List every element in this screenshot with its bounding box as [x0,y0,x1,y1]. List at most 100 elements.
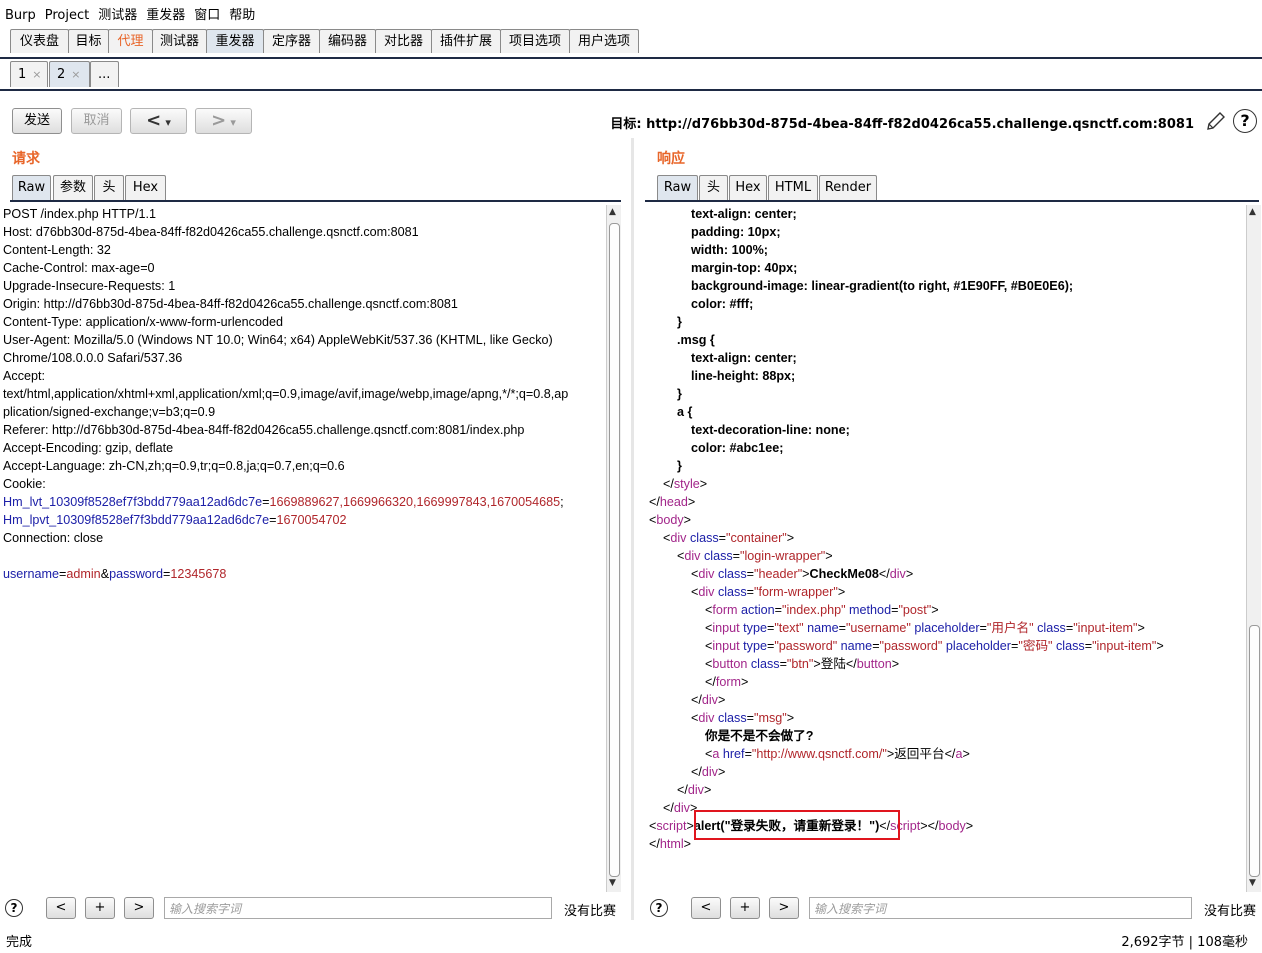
search-prev-button[interactable]: < [691,897,721,919]
tab-project-options[interactable]: 项目选项 [500,29,570,53]
code-token: "密码" [1018,639,1053,653]
request-line: Host: d76bb30d-875d-4bea-84ff-f82d0426ca… [3,223,605,241]
code-token: div [701,765,718,779]
back-button[interactable]: < ▾ [130,108,187,134]
help-icon[interactable]: ? [5,899,23,917]
response-line: </div> [649,763,1245,781]
repeater-tab-new[interactable]: ... [90,61,119,87]
highlight-box [694,810,900,840]
scroll-thumb[interactable] [609,223,620,877]
tab-repeater[interactable]: 重发器 [206,29,264,53]
code-token: a { [677,405,693,419]
request-line: Content-Type: application/x-www-form-url… [3,313,605,331]
tab-decoder[interactable]: 编码器 [319,29,376,53]
response-tab-raw[interactable]: Raw [657,175,698,200]
response-line: text-align: center; [649,205,1245,223]
search-prev-button[interactable]: < [46,897,76,919]
tab-user-options[interactable]: 用户选项 [569,29,639,53]
response-editor[interactable]: text-align: center; padding: 10px; width… [649,205,1245,892]
response-scrollbar[interactable]: ▲ ▼ [1246,205,1261,892]
tab-sequencer[interactable]: 定序器 [263,29,320,53]
tab-intruder[interactable]: 测试器 [152,29,207,53]
code-token: placeholder [910,621,980,635]
tab-comparer[interactable]: 对比器 [375,29,432,53]
code-token: color: #fff; [691,297,754,311]
code-token: > [687,495,696,509]
pencil-icon[interactable] [1205,110,1227,132]
response-line: color: #fff; [649,295,1245,313]
close-icon[interactable]: × [32,68,41,81]
response-line: } [649,385,1245,403]
code-token: "input-item" [1092,639,1157,653]
cancel-button[interactable]: 取消 [71,108,122,134]
response-line: <div class="container"> [649,529,1245,547]
menu-burp[interactable]: Burp [0,4,40,23]
request-editor[interactable]: POST /index.php HTTP/1.1 Host: d76bb30d-8… [3,205,605,892]
send-button[interactable]: 发送 [12,108,62,134]
help-icon[interactable]: ? [650,899,668,917]
tab-extender[interactable]: 插件扩展 [431,29,501,53]
scroll-down-icon[interactable]: ▼ [1249,878,1256,888]
response-search-input[interactable]: 输入搜索字词 [809,897,1192,919]
request-line: username=admin&password=12345678 [3,565,605,583]
code-token: Accept-Encoding: gzip, deflate [3,441,174,455]
code-token: > [683,837,692,851]
menu-help[interactable]: 帮助 [224,0,259,23]
request-scrollbar[interactable]: ▲ ▼ [606,205,621,892]
code-token: "msg" [754,711,787,725]
tab-proxy[interactable]: 代理 [108,29,153,53]
scroll-up-icon[interactable]: ▲ [609,207,616,217]
code-token: < [649,531,671,545]
response-tab-headers[interactable]: 头 [699,175,728,200]
help-icon[interactable]: ? [1233,109,1257,133]
request-title: 请求 [12,151,40,167]
response-tab-hex[interactable]: Hex [729,175,767,200]
request-tab-raw[interactable]: Raw [12,175,51,200]
code-token: </ [649,801,674,815]
response-line: padding: 10px; [649,223,1245,241]
menu-repeater[interactable]: 重发器 [141,0,189,23]
response-size-timing: 2,692字节 | 108毫秒 [1121,935,1248,950]
menu-window[interactable]: 窗口 [189,0,224,23]
response-line: <div class="form-wrapper"> [649,583,1245,601]
code-token: padding: 10px; [691,225,781,239]
scroll-thumb[interactable] [1249,625,1260,877]
split-divider[interactable] [631,138,634,920]
code-token: "login-wrapper" [740,549,826,563]
tab-target[interactable]: 目标 [68,29,109,53]
request-tab-hex[interactable]: Hex [125,175,166,200]
menu-bar: Burp Project 测试器 重发器 窗口 帮助 [0,0,1262,24]
tab-dashboard[interactable]: 仪表盘 [10,29,69,53]
scroll-down-icon[interactable]: ▼ [609,878,616,888]
repeater-tab-1[interactable]: 1 × [10,61,48,87]
code-token: > [931,603,939,617]
request-tab-headers[interactable]: 头 [94,175,124,200]
search-next-button[interactable]: > [769,897,799,919]
forward-button[interactable]: > ▾ [195,108,252,134]
response-line: background-image: linear-gradient(to rig… [649,277,1245,295]
menu-project[interactable]: Project [40,4,93,23]
repeater-tab-2[interactable]: 2 × [49,61,90,87]
request-line: User-Agent: Mozilla/5.0 (Windows NT 10.0… [3,331,605,349]
code-token: > [786,531,795,545]
scroll-up-icon[interactable]: ▲ [1249,207,1256,217]
code-token: div [698,711,715,725]
menu-intruder[interactable]: 测试器 [93,0,141,23]
code-token: "form-wrapper" [754,585,838,599]
search-next-button[interactable]: > [124,897,154,919]
response-line: <a href="http://www.qsnctf.com/">返回平台</a… [649,745,1245,763]
request-search-input[interactable]: 输入搜索字词 [164,897,552,919]
code-token: Hm_lpvt_10309f8528ef7f3bdd779aa12ad6dc7e [3,513,270,527]
code-token: } [677,459,682,473]
request-tab-params[interactable]: 参数 [53,175,93,200]
search-add-button[interactable]: + [85,897,115,919]
search-add-button[interactable]: + [730,897,760,919]
request-tab-underline [10,200,621,202]
close-icon[interactable]: × [71,68,80,81]
response-tab-render[interactable]: Render [819,175,877,200]
response-tab-html[interactable]: HTML [768,175,818,200]
